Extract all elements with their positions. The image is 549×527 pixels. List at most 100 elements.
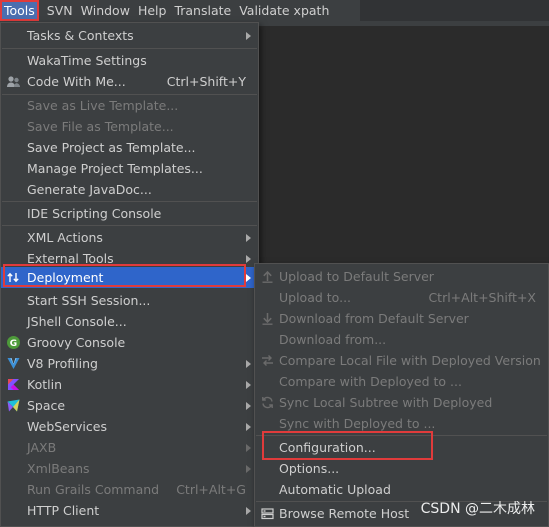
menu-item-label: Automatic Upload bbox=[279, 482, 391, 497]
sync-icon bbox=[262, 396, 273, 409]
menu-item-webservices[interactable]: WebServices bbox=[1, 416, 258, 437]
code-with-me-icon bbox=[7, 76, 20, 87]
menu-item-code-with-me[interactable]: Code With Me... Ctrl+Shift+Y bbox=[1, 71, 258, 92]
menubar-translate[interactable]: Translate bbox=[170, 0, 235, 21]
menu-item-label: Save File as Template... bbox=[27, 119, 174, 134]
watermark: CSDN @二木成林 bbox=[420, 501, 535, 517]
deployment-submenu: Upload to Default Server Upload to... Ct… bbox=[254, 263, 549, 527]
menu-item-download-default-server[interactable]: Download from Default Server bbox=[255, 308, 548, 329]
submenu-arrow-icon bbox=[246, 360, 251, 368]
menu-item-space[interactable]: Space bbox=[1, 395, 258, 416]
submenu-arrow-icon bbox=[246, 465, 251, 473]
menu-item-label: Start SSH Session... bbox=[27, 293, 151, 308]
menu-item-tasks-contexts[interactable]: Tasks & Contexts bbox=[1, 25, 258, 46]
kotlin-icon bbox=[8, 379, 19, 390]
menubar-tools[interactable]: Tools bbox=[0, 0, 39, 21]
menu-item-deployment[interactable]: Deployment bbox=[1, 267, 258, 288]
menu-item-label: Compare with Deployed to ... bbox=[279, 374, 462, 389]
svg-text:G: G bbox=[10, 339, 17, 349]
menu-item-external-tools[interactable]: External Tools bbox=[1, 248, 258, 269]
menu-item-kotlin[interactable]: Kotlin bbox=[1, 374, 258, 395]
menu-item-label: Options... bbox=[279, 461, 340, 476]
menu-item-label: XmlBeans bbox=[27, 461, 90, 476]
menu-item-label: Configuration... bbox=[279, 440, 376, 455]
menubar-window[interactable]: Window bbox=[77, 0, 134, 21]
menu-item-wakatime-settings[interactable]: WakaTime Settings bbox=[1, 50, 258, 71]
menu-separator bbox=[2, 201, 257, 202]
menu-item-label: HTTP Client bbox=[27, 503, 100, 518]
menu-item-generate-javadoc[interactable]: Generate JavaDoc... bbox=[1, 179, 258, 200]
menubar-svn[interactable]: SVN bbox=[43, 0, 77, 21]
menu-item-sync-local-subtree[interactable]: Sync Local Subtree with Deployed bbox=[255, 392, 548, 413]
menu-item-options[interactable]: Options... bbox=[255, 458, 548, 479]
submenu-arrow-icon bbox=[246, 402, 251, 410]
menu-item-download-from[interactable]: Download from... bbox=[255, 329, 548, 350]
menu-item-manage-project-templates[interactable]: Manage Project Templates... bbox=[1, 158, 258, 179]
menu-item-label: Groovy Console bbox=[27, 335, 126, 350]
submenu-arrow-icon bbox=[246, 507, 251, 515]
menu-bar: Tools SVN Window Help Translate Validate… bbox=[0, 0, 549, 21]
menu-item-label: Tasks & Contexts bbox=[27, 28, 134, 43]
menu-item-shortcut: Ctrl+Shift+Y bbox=[166, 74, 246, 89]
menu-item-label: Compare Local File with Deployed Version bbox=[279, 353, 541, 368]
menu-item-label: Save Project as Template... bbox=[27, 140, 196, 155]
compare-icon bbox=[262, 355, 273, 366]
submenu-arrow-icon bbox=[246, 274, 251, 282]
menu-item-compare-local-file[interactable]: Compare Local File with Deployed Version bbox=[255, 350, 548, 371]
menu-item-label: Space bbox=[27, 398, 66, 413]
menu-item-configuration[interactable]: Configuration... bbox=[255, 437, 548, 458]
menu-item-label: Code With Me... bbox=[27, 74, 126, 89]
menu-item-sync-with-deployed[interactable]: Sync with Deployed to ... bbox=[255, 413, 548, 434]
menu-item-upload-to[interactable]: Upload to... Ctrl+Alt+Shift+X bbox=[255, 287, 548, 308]
menu-item-label: Upload to... bbox=[279, 290, 352, 305]
menu-item-label: WebServices bbox=[27, 419, 107, 434]
menu-item-automatic-upload[interactable]: Automatic Upload bbox=[255, 479, 548, 500]
menu-item-label: Sync with Deployed to ... bbox=[279, 416, 436, 431]
menu-item-label: Download from Default Server bbox=[279, 311, 469, 326]
submenu-arrow-icon bbox=[246, 32, 251, 40]
menu-item-label: Generate JavaDoc... bbox=[27, 182, 152, 197]
menu-item-label: External Tools bbox=[27, 251, 114, 266]
menu-item-http-client[interactable]: HTTP Client bbox=[1, 500, 258, 521]
menu-item-v8-profiling[interactable]: V8 Profiling bbox=[1, 353, 258, 374]
menu-item-label: Download from... bbox=[279, 332, 387, 347]
menu-item-label: WakaTime Settings bbox=[27, 53, 147, 68]
menu-item-xml-actions[interactable]: XML Actions bbox=[1, 227, 258, 248]
menu-item-label: Deployment bbox=[27, 270, 104, 285]
menubar-help[interactable]: Help bbox=[134, 0, 171, 21]
menu-item-upload-default-server[interactable]: Upload to Default Server bbox=[255, 266, 548, 287]
menu-item-shortcut: Ctrl+Alt+Shift+X bbox=[428, 290, 536, 305]
menu-item-label: IDE Scripting Console bbox=[27, 206, 162, 221]
menu-item-jshell-console[interactable]: JShell Console... bbox=[1, 311, 258, 332]
menu-item-run-grails-command[interactable]: Run Grails Command Ctrl+Alt+G bbox=[1, 479, 258, 500]
remote-host-icon bbox=[261, 508, 274, 520]
menu-item-start-ssh-session[interactable]: Start SSH Session... bbox=[1, 290, 258, 311]
menu-item-label: V8 Profiling bbox=[27, 356, 98, 371]
tools-menu: Tasks & Contexts WakaTime Settings Code … bbox=[0, 22, 259, 527]
menu-separator bbox=[256, 435, 547, 436]
menu-item-compare-with-deployed[interactable]: Compare with Deployed to ... bbox=[255, 371, 548, 392]
menu-item-label: XML Actions bbox=[27, 230, 103, 245]
menu-item-label: JShell Console... bbox=[27, 314, 127, 329]
space-icon bbox=[7, 399, 20, 412]
menu-item-label: Save as Live Template... bbox=[27, 98, 179, 113]
submenu-arrow-icon bbox=[246, 444, 251, 452]
menu-item-xmlbeans[interactable]: XmlBeans bbox=[1, 458, 258, 479]
submenu-arrow-icon bbox=[246, 381, 251, 389]
menu-item-jaxb[interactable]: JAXB bbox=[1, 437, 258, 458]
submenu-arrow-icon bbox=[246, 234, 251, 242]
menu-item-label: Sync Local Subtree with Deployed bbox=[279, 395, 493, 410]
menu-item-label: Kotlin bbox=[27, 377, 62, 392]
toolbar-area bbox=[360, 0, 549, 21]
menu-item-save-live-template[interactable]: Save as Live Template... bbox=[1, 95, 258, 116]
menu-item-shortcut: Ctrl+Alt+G bbox=[176, 482, 246, 497]
menu-item-save-file-template[interactable]: Save File as Template... bbox=[1, 116, 258, 137]
menu-item-label: Manage Project Templates... bbox=[27, 161, 203, 176]
menu-item-label: Upload to Default Server bbox=[279, 269, 434, 284]
menu-item-label: Run Grails Command bbox=[27, 482, 160, 497]
menu-item-ide-scripting-console[interactable]: IDE Scripting Console bbox=[1, 203, 258, 224]
menu-item-save-project-template[interactable]: Save Project as Template... bbox=[1, 137, 258, 158]
upload-icon bbox=[262, 270, 273, 283]
menu-item-groovy-console[interactable]: G Groovy Console bbox=[1, 332, 258, 353]
menubar-validate-xpath[interactable]: Validate xpath bbox=[235, 0, 333, 21]
